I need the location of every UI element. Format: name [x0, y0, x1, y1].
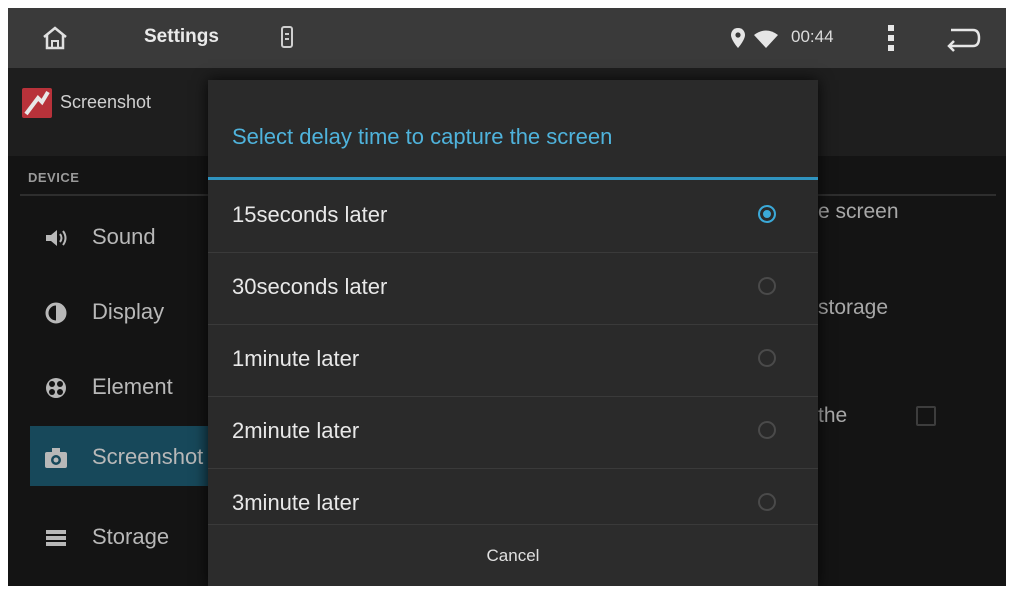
sound-icon — [46, 230, 67, 246]
radio-button-selected[interactable] — [758, 205, 776, 223]
sidebar-item-label: Element — [92, 374, 173, 399]
radio-button[interactable] — [758, 349, 776, 367]
radio-button[interactable] — [758, 277, 776, 295]
sidebar-item-label: Display — [92, 299, 165, 324]
dialog-button-bar: Cancel — [208, 524, 818, 586]
section-header-device: DEVICE — [28, 170, 80, 185]
back-icon[interactable] — [945, 26, 981, 52]
option-15-seconds[interactable]: 15seconds later — [208, 180, 818, 253]
storage-icon — [46, 530, 66, 546]
option-label: 15seconds later — [232, 202, 388, 227]
dialog-title: Select delay time to capture the screen — [232, 124, 613, 149]
status-clock: 00:44 — [791, 27, 834, 46]
sidebar-item-label: Screenshot — [92, 444, 204, 469]
sidebar-item-label: Storage — [92, 524, 170, 549]
option-1-minute[interactable]: 1minute later — [208, 324, 818, 397]
option-3-minute[interactable]: 3minute later — [208, 468, 818, 524]
location-icon — [731, 28, 745, 48]
wifi-icon — [754, 30, 778, 48]
app-title: Settings — [144, 26, 219, 47]
setting-text-fragment: e screen — [818, 200, 899, 223]
phone-icon — [281, 26, 293, 48]
option-30-seconds[interactable]: 30seconds later — [208, 252, 818, 325]
camera-icon — [45, 448, 67, 468]
sidebar-item-screenshot[interactable]: Screenshot — [30, 426, 230, 486]
more-vert-icon[interactable] — [884, 22, 898, 54]
option-label: 2minute later — [232, 418, 360, 443]
setting-text-fragment: the — [818, 404, 848, 427]
display-icon — [45, 302, 67, 324]
sidebar-item-element[interactable]: Element — [30, 358, 230, 418]
android-screen: Settings 00:44 Screenshot DEVICE Sound D… — [8, 8, 1006, 586]
option-label: 30seconds later — [232, 274, 388, 299]
delay-dialog: Select delay time to capture the screen … — [208, 80, 818, 586]
option-label: 1minute later — [232, 346, 360, 371]
option-label: 3minute later — [232, 490, 360, 515]
sidebar-item-storage[interactable]: Storage — [30, 508, 230, 568]
screenshot-app-icon — [22, 88, 52, 118]
home-icon[interactable] — [40, 23, 70, 53]
sidebar-item-sound[interactable]: Sound — [30, 208, 230, 268]
sidebar-item-label: Sound — [92, 224, 156, 249]
action-bar: Settings 00:44 — [8, 8, 1006, 68]
element-icon — [46, 378, 66, 398]
setting-text-fragment: storage — [818, 296, 889, 319]
option-2-minute[interactable]: 2minute later — [208, 396, 818, 469]
setting-checkbox[interactable] — [916, 406, 936, 426]
cancel-button[interactable]: Cancel — [208, 525, 818, 586]
page-title: Screenshot — [60, 92, 152, 112]
sidebar-item-display[interactable]: Display — [30, 283, 230, 343]
radio-button[interactable] — [758, 421, 776, 439]
radio-button[interactable] — [758, 493, 776, 511]
